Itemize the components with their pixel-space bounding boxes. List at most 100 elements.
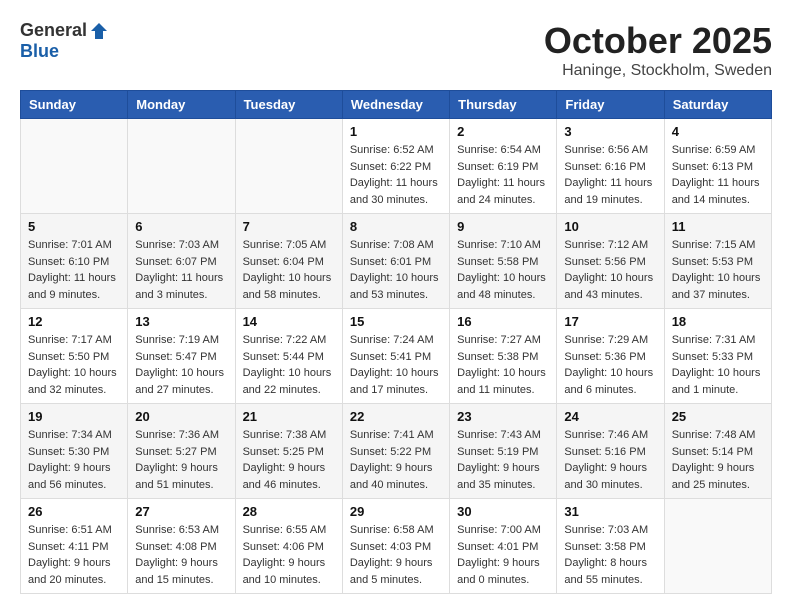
weekday-header-cell: Friday (557, 91, 664, 119)
calendar-body: 1 Sunrise: 6:52 AM Sunset: 6:22 PM Daylig… (21, 119, 772, 594)
page-header: General Blue October 2025 Haninge, Stock… (20, 20, 772, 80)
day-info: Sunrise: 6:59 AM Sunset: 6:13 PM Dayligh… (672, 142, 764, 208)
calendar-week-row: 1 Sunrise: 6:52 AM Sunset: 6:22 PM Daylig… (21, 119, 772, 214)
calendar-day-cell: 5 Sunrise: 7:01 AM Sunset: 6:10 PM Daylig… (21, 214, 128, 309)
calendar-day-cell: 4Sunrise: 6:59 AM Sunset: 6:13 PM Daylig… (664, 119, 771, 214)
logo-general-text: General (20, 20, 87, 41)
day-number: 13 (135, 314, 227, 329)
calendar-day-cell: 22 Sunrise: 7:41 AM Sunset: 5:22 PM Dayli… (342, 404, 449, 499)
day-number: 9 (457, 219, 549, 234)
calendar-day-cell: 11 Sunrise: 7:15 AM Sunset: 5:53 PM Dayli… (664, 214, 771, 309)
calendar-day-cell: 8Sunrise: 7:08 AM Sunset: 6:01 PM Daylig… (342, 214, 449, 309)
day-number: 21 (243, 409, 335, 424)
day-info: Sunrise: 7:48 AM Sunset: 5:14 PM Dayligh… (672, 427, 764, 493)
day-info: Sunrise: 7:27 AM Sunset: 5:38 PM Dayligh… (457, 332, 549, 398)
day-info: Sunrise: 6:58 AM Sunset: 4:03 PM Dayligh… (350, 522, 442, 588)
day-number: 22 (350, 409, 442, 424)
calendar-day-cell: 2 Sunrise: 6:54 AM Sunset: 6:19 PM Daylig… (450, 119, 557, 214)
calendar-day-cell: 16 Sunrise: 7:27 AM Sunset: 5:38 PM Dayli… (450, 309, 557, 404)
day-info: Sunrise: 6:55 AM Sunset: 4:06 PM Dayligh… (243, 522, 335, 588)
day-info: Sunrise: 7:10 AM Sunset: 5:58 PM Dayligh… (457, 237, 549, 303)
day-number: 15 (350, 314, 442, 329)
day-number: 16 (457, 314, 549, 329)
calendar-day-cell: 10 Sunrise: 7:12 AM Sunset: 5:56 PM Dayli… (557, 214, 664, 309)
logo-icon (89, 21, 109, 41)
calendar-day-cell: 7 Sunrise: 7:05 AM Sunset: 6:04 PM Daylig… (235, 214, 342, 309)
day-info: Sunrise: 7:22 AM Sunset: 5:44 PM Dayligh… (243, 332, 335, 398)
calendar-week-row: 26 Sunrise: 6:51 AM Sunset: 4:11 PM Dayli… (21, 499, 772, 594)
calendar-day-cell (128, 119, 235, 214)
calendar-day-cell: 3 Sunrise: 6:56 AM Sunset: 6:16 PM Daylig… (557, 119, 664, 214)
calendar-day-cell (664, 499, 771, 594)
calendar-day-cell: 12 Sunrise: 7:17 AM Sunset: 5:50 PM Dayli… (21, 309, 128, 404)
calendar-day-cell: 26 Sunrise: 6:51 AM Sunset: 4:11 PM Dayli… (21, 499, 128, 594)
day-info: Sunrise: 7:46 AM Sunset: 5:16 PM Dayligh… (564, 427, 656, 493)
day-number: 27 (135, 504, 227, 519)
calendar-day-cell: 23 Sunrise: 7:43 AM Sunset: 5:19 PM Dayli… (450, 404, 557, 499)
day-info: Sunrise: 7:03 AM Sunset: 3:58 PM Dayligh… (564, 522, 656, 588)
weekday-header-cell: Sunday (21, 91, 128, 119)
calendar-day-cell: 1 Sunrise: 6:52 AM Sunset: 6:22 PM Daylig… (342, 119, 449, 214)
month-title: October 2025 (544, 20, 772, 62)
weekday-header-row: SundayMondayTuesdayWednesdayThursdayFrid… (21, 91, 772, 119)
day-info: Sunrise: 7:12 AM Sunset: 5:56 PM Dayligh… (564, 237, 656, 303)
day-info: Sunrise: 7:24 AM Sunset: 5:41 PM Dayligh… (350, 332, 442, 398)
day-number: 20 (135, 409, 227, 424)
day-number: 25 (672, 409, 764, 424)
day-info: Sunrise: 7:17 AM Sunset: 5:50 PM Dayligh… (28, 332, 120, 398)
day-number: 2 (457, 124, 549, 139)
calendar-day-cell: 28 Sunrise: 6:55 AM Sunset: 4:06 PM Dayli… (235, 499, 342, 594)
weekday-header-cell: Monday (128, 91, 235, 119)
day-number: 5 (28, 219, 120, 234)
calendar-day-cell: 31 Sunrise: 7:03 AM Sunset: 3:58 PM Dayli… (557, 499, 664, 594)
day-number: 1 (350, 124, 442, 139)
day-info: Sunrise: 7:31 AM Sunset: 5:33 PM Dayligh… (672, 332, 764, 398)
calendar-table: SundayMondayTuesdayWednesdayThursdayFrid… (20, 90, 772, 594)
day-number: 8 (350, 219, 442, 234)
weekday-header-cell: Thursday (450, 91, 557, 119)
day-info: Sunrise: 7:41 AM Sunset: 5:22 PM Dayligh… (350, 427, 442, 493)
day-number: 10 (564, 219, 656, 234)
day-info: Sunrise: 7:01 AM Sunset: 6:10 PM Dayligh… (28, 237, 120, 303)
calendar-week-row: 19 Sunrise: 7:34 AM Sunset: 5:30 PM Dayli… (21, 404, 772, 499)
day-number: 18 (672, 314, 764, 329)
day-info: Sunrise: 6:54 AM Sunset: 6:19 PM Dayligh… (457, 142, 549, 208)
day-info: Sunrise: 7:29 AM Sunset: 5:36 PM Dayligh… (564, 332, 656, 398)
day-info: Sunrise: 7:15 AM Sunset: 5:53 PM Dayligh… (672, 237, 764, 303)
calendar-day-cell: 9 Sunrise: 7:10 AM Sunset: 5:58 PM Daylig… (450, 214, 557, 309)
day-number: 31 (564, 504, 656, 519)
day-info: Sunrise: 6:52 AM Sunset: 6:22 PM Dayligh… (350, 142, 442, 208)
day-number: 28 (243, 504, 335, 519)
calendar-day-cell: 20 Sunrise: 7:36 AM Sunset: 5:27 PM Dayli… (128, 404, 235, 499)
calendar-day-cell: 24Sunrise: 7:46 AM Sunset: 5:16 PM Dayli… (557, 404, 664, 499)
calendar-day-cell: 17Sunrise: 7:29 AM Sunset: 5:36 PM Dayli… (557, 309, 664, 404)
calendar-day-cell: 14 Sunrise: 7:22 AM Sunset: 5:44 PM Dayli… (235, 309, 342, 404)
day-number: 29 (350, 504, 442, 519)
calendar-day-cell (21, 119, 128, 214)
calendar-day-cell: 15 Sunrise: 7:24 AM Sunset: 5:41 PM Dayli… (342, 309, 449, 404)
title-section: October 2025 Haninge, Stockholm, Sweden (544, 20, 772, 80)
day-info: Sunrise: 7:19 AM Sunset: 5:47 PM Dayligh… (135, 332, 227, 398)
calendar-day-cell: 29 Sunrise: 6:58 AM Sunset: 4:03 PM Dayli… (342, 499, 449, 594)
day-info: Sunrise: 7:00 AM Sunset: 4:01 PM Dayligh… (457, 522, 549, 588)
day-info: Sunrise: 6:51 AM Sunset: 4:11 PM Dayligh… (28, 522, 120, 588)
day-number: 26 (28, 504, 120, 519)
logo: General Blue (20, 20, 109, 62)
calendar-day-cell: 13 Sunrise: 7:19 AM Sunset: 5:47 PM Dayli… (128, 309, 235, 404)
day-number: 14 (243, 314, 335, 329)
day-number: 19 (28, 409, 120, 424)
day-info: Sunrise: 6:56 AM Sunset: 6:16 PM Dayligh… (564, 142, 656, 208)
day-info: Sunrise: 7:36 AM Sunset: 5:27 PM Dayligh… (135, 427, 227, 493)
day-info: Sunrise: 7:34 AM Sunset: 5:30 PM Dayligh… (28, 427, 120, 493)
calendar-day-cell: 18 Sunrise: 7:31 AM Sunset: 5:33 PM Dayli… (664, 309, 771, 404)
day-number: 23 (457, 409, 549, 424)
day-info: Sunrise: 7:03 AM Sunset: 6:07 PM Dayligh… (135, 237, 227, 303)
weekday-header-cell: Tuesday (235, 91, 342, 119)
day-number: 12 (28, 314, 120, 329)
location-title: Haninge, Stockholm, Sweden (544, 62, 772, 80)
day-number: 11 (672, 219, 764, 234)
day-info: Sunrise: 7:05 AM Sunset: 6:04 PM Dayligh… (243, 237, 335, 303)
day-info: Sunrise: 7:43 AM Sunset: 5:19 PM Dayligh… (457, 427, 549, 493)
day-number: 7 (243, 219, 335, 234)
day-number: 3 (564, 124, 656, 139)
